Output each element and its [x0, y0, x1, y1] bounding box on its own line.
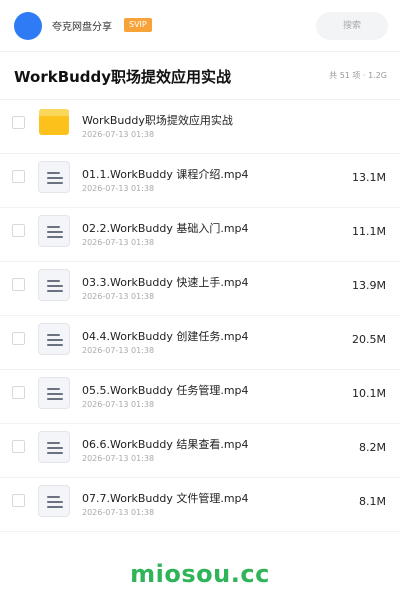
folder-icon	[39, 109, 69, 135]
file-date: 2026-07-13 01:38	[82, 454, 155, 463]
file-icon	[38, 431, 70, 463]
select-checkbox[interactable]	[12, 494, 25, 507]
list-item[interactable]: 07.7.WorkBuddy 文件管理.mp4 2026-07-13 01:38…	[0, 478, 400, 532]
list-item[interactable]: 06.6.WorkBuddy 结果查看.mp4 2026-07-13 01:38…	[0, 424, 400, 478]
file-name: 03.3.WorkBuddy 快速上手.mp4	[82, 276, 249, 289]
file-name: 02.2.WorkBuddy 基础入门.mp4	[82, 222, 249, 235]
folder-header: WorkBuddy职场提效应用实战 共 51 项 · 1.2G	[0, 52, 400, 100]
list-item[interactable]: 05.5.WorkBuddy 任务管理.mp4 2026-07-13 01:38…	[0, 370, 400, 424]
top-bar: 夸克网盘分享 SVIP 搜索	[0, 0, 400, 52]
share-owner-name: 夸克网盘分享	[52, 22, 112, 33]
file-name: 06.6.WorkBuddy 结果查看.mp4	[82, 438, 249, 451]
select-checkbox[interactable]	[12, 386, 25, 399]
file-date: 2026-07-13 01:38	[82, 292, 155, 301]
list-item[interactable]: 03.3.WorkBuddy 快速上手.mp4 2026-07-13 01:38…	[0, 262, 400, 316]
file-date: 2026-07-13 01:38	[82, 238, 155, 247]
file-name: 01.1.WorkBuddy 课程介绍.mp4	[82, 168, 249, 181]
file-date: 2026-07-13 01:38	[82, 346, 155, 355]
file-date: 2026-07-13 01:38	[82, 130, 155, 139]
file-date: 2026-07-13 01:38	[82, 400, 155, 409]
select-checkbox[interactable]	[12, 170, 25, 183]
file-size: 8.1M	[359, 495, 386, 508]
vip-badge: SVIP	[124, 18, 152, 32]
file-name: WorkBuddy职场提效应用实战	[82, 114, 233, 127]
file-size: 10.1M	[352, 387, 386, 400]
file-name: 05.5.WorkBuddy 任务管理.mp4	[82, 384, 249, 397]
file-size: 8.2M	[359, 441, 386, 454]
file-date: 2026-07-13 01:38	[82, 184, 155, 193]
avatar[interactable]	[14, 12, 42, 40]
file-icon	[38, 269, 70, 301]
file-size: 13.1M	[352, 171, 386, 184]
file-size: 20.5M	[352, 333, 386, 346]
list-item[interactable]: 02.2.WorkBuddy 基础入门.mp4 2026-07-13 01:38…	[0, 208, 400, 262]
list-item[interactable]: WorkBuddy职场提效应用实战 2026-07-13 01:38	[0, 100, 400, 154]
list-item[interactable]: 01.1.WorkBuddy 课程介绍.mp4 2026-07-13 01:38…	[0, 154, 400, 208]
file-icon	[38, 323, 70, 355]
select-checkbox[interactable]	[12, 278, 25, 291]
select-checkbox[interactable]	[12, 224, 25, 237]
select-checkbox[interactable]	[12, 440, 25, 453]
file-size: 13.9M	[352, 279, 386, 292]
file-size: 11.1M	[352, 225, 386, 238]
search-input[interactable]: 搜索	[316, 12, 388, 40]
file-icon	[38, 377, 70, 409]
file-name: 04.4.WorkBuddy 创建任务.mp4	[82, 330, 249, 343]
select-checkbox[interactable]	[12, 332, 25, 345]
list-item[interactable]: 04.4.WorkBuddy 创建任务.mp4 2026-07-13 01:38…	[0, 316, 400, 370]
file-date: 2026-07-13 01:38	[82, 508, 155, 517]
file-icon	[38, 485, 70, 517]
file-icon	[38, 215, 70, 247]
select-checkbox[interactable]	[12, 116, 25, 129]
file-name: 07.7.WorkBuddy 文件管理.mp4	[82, 492, 249, 505]
page-title: WorkBuddy职场提效应用实战	[14, 68, 232, 86]
file-icon	[38, 161, 70, 193]
file-list: WorkBuddy职场提效应用实战 2026-07-13 01:38 01.1.…	[0, 100, 400, 532]
watermark: miosou.cc	[130, 560, 270, 588]
folder-meta: 共 51 项 · 1.2G	[329, 71, 387, 80]
